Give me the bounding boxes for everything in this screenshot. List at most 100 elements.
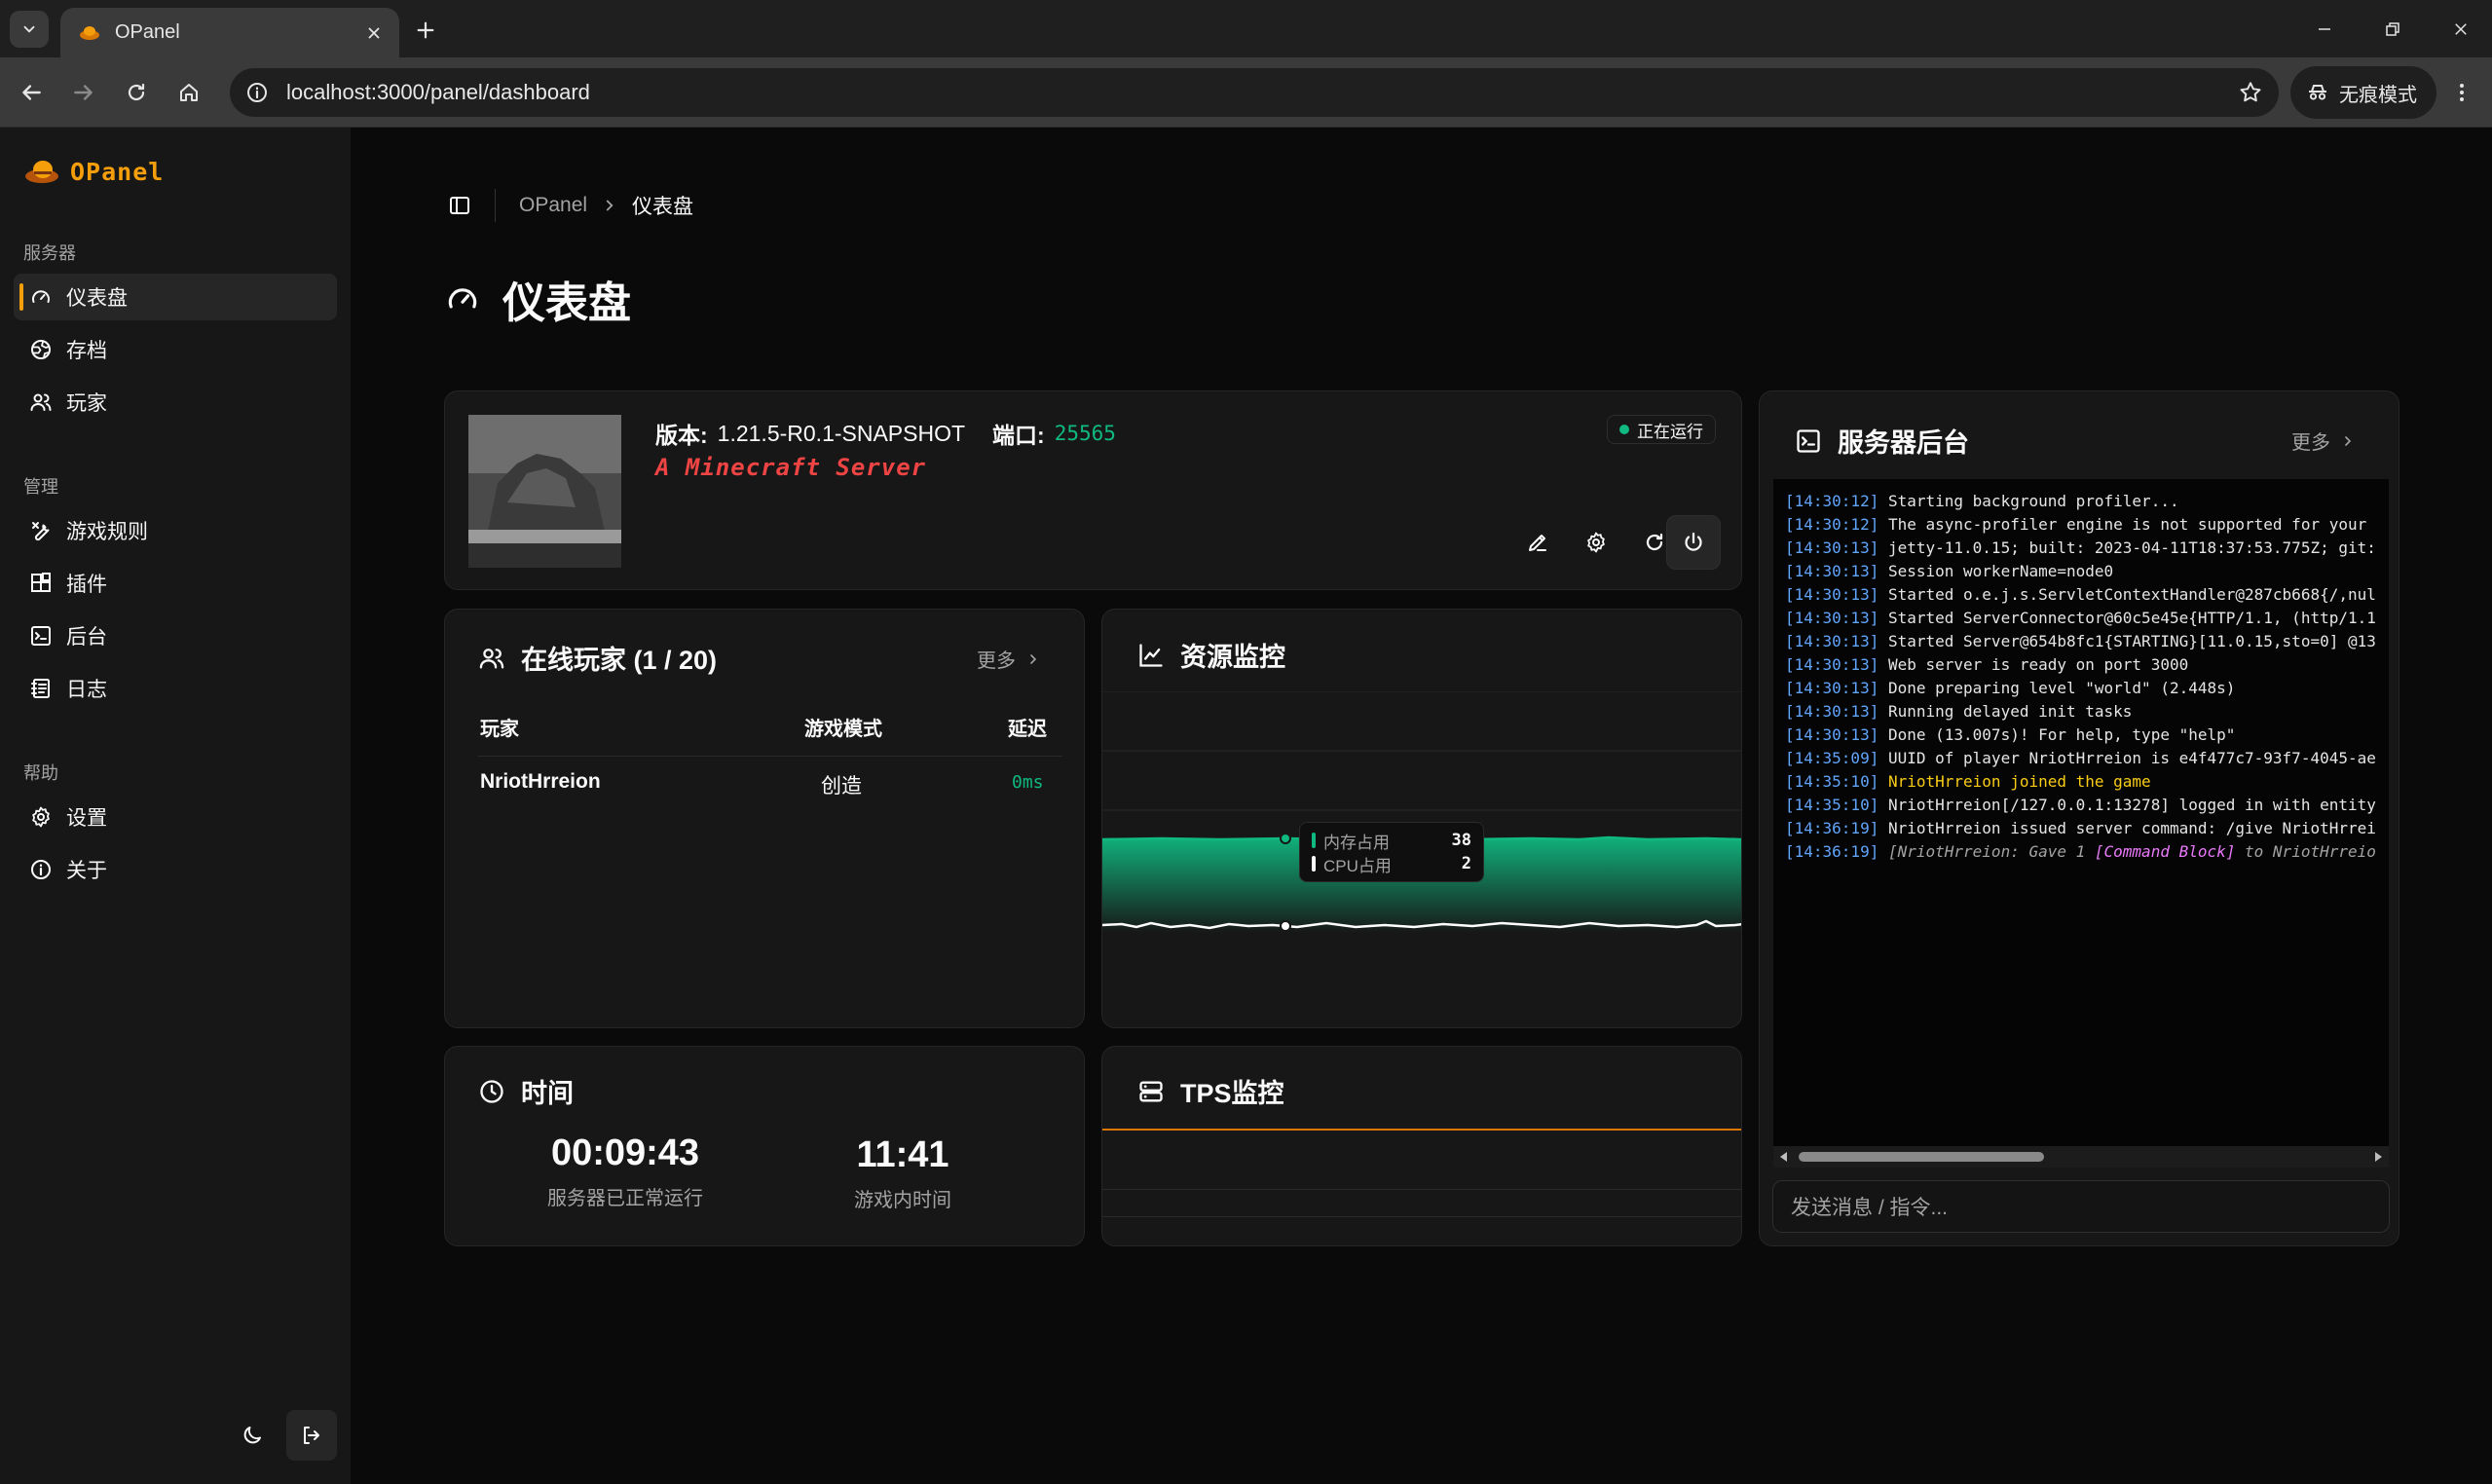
refresh-icon (1646, 533, 1663, 551)
console-message: NriotHrreion issued server command: /giv… (1887, 819, 2376, 837)
console-lines: [14:30:12] Starting background profiler.… (1785, 490, 2376, 864)
home-button[interactable] (167, 71, 210, 114)
console-message: jetty-11.0.15; built: 2023-04-11T18:37:5… (1887, 538, 2376, 557)
console-output[interactable]: [14:30:12] Starting background profiler.… (1773, 479, 2389, 1146)
users-icon (30, 393, 52, 411)
browser-tab[interactable]: OPanel (60, 8, 399, 57)
tooltip-label: CPU占用 (1323, 856, 1392, 875)
server-motd: A Minecraft Server (655, 454, 927, 481)
sidebar-item-plugins[interactable]: 插件 (14, 560, 337, 607)
info-icon (31, 860, 51, 879)
browser-menu-button[interactable] (2442, 71, 2481, 114)
sidebar-item-about[interactable]: 关于 (14, 846, 337, 893)
back-button[interactable] (10, 71, 53, 114)
page-title: 仪表盘 (444, 268, 631, 330)
players-more-link[interactable]: 更多 (977, 645, 1041, 673)
brand[interactable]: OPanel (23, 157, 164, 186)
sidebar-item-saves[interactable]: 存档 (14, 326, 337, 373)
console-message: Done preparing level "world" (2.448s) (1887, 679, 2236, 697)
sidebar-toggle-icon[interactable] (448, 194, 471, 217)
sidebar-item-console[interactable]: 后台 (14, 612, 337, 659)
console-line: [14:30:13] Done preparing level "world" … (1785, 677, 2376, 700)
console-line: [14:30:13] Running delayed init tasks (1785, 700, 2376, 723)
group-label-help: 帮助 (23, 763, 58, 783)
console-title: 服务器后台 (1838, 428, 1969, 458)
globe-icon (31, 340, 51, 359)
forward-button[interactable] (62, 71, 105, 114)
sidebar-item-settings[interactable]: 设置 (14, 794, 337, 840)
new-tab-button[interactable] (409, 14, 442, 47)
group-label-manage: 管理 (23, 477, 58, 497)
logout-icon (304, 1427, 319, 1444)
server-settings-button[interactable] (1571, 517, 1621, 568)
terminal-icon (1797, 428, 1820, 453)
console-line: [14:35:09] UUID of player NriotHrreion i… (1785, 747, 2376, 770)
more-label: 更多 (2291, 432, 2330, 454)
theme-toggle-button[interactable] (227, 1410, 278, 1461)
console-line: [14:30:13] jetty-11.0.15; built: 2023-04… (1785, 537, 2376, 560)
stop-server-button[interactable] (1666, 515, 1721, 570)
server-version-row: 版本: 1.21.5-R0.1-SNAPSHOT 端口: 25565 (655, 417, 1116, 450)
console-horizontal-scrollbar[interactable] (1773, 1146, 2389, 1168)
console-more-link[interactable]: 更多 (2291, 427, 2356, 455)
memory-hover-point (1280, 833, 1291, 844)
server-icon (1139, 1081, 1163, 1101)
sidebar-item-gamerules[interactable]: 游戏规则 (14, 507, 337, 554)
tab-search-button[interactable] (10, 11, 49, 48)
console-timestamp: [14:30:13] (1785, 632, 1879, 650)
sidebar-item-players[interactable]: 玩家 (14, 379, 337, 426)
online-players-title: 在线玩家 (1 / 20) (521, 646, 718, 675)
sidebar-item-label: 插件 (66, 574, 107, 596)
group-label-server: 服务器 (23, 243, 76, 263)
console-message: Web server is ready on port 3000 (1887, 655, 2189, 674)
chevron-right-icon (1030, 653, 1037, 664)
bookmark-star-icon[interactable] (2238, 80, 2263, 105)
log-icon (31, 679, 50, 698)
address-bar[interactable]: localhost:3000/panel/dashboard (230, 68, 2279, 117)
breadcrumb-root[interactable]: OPanel (519, 194, 587, 217)
restore-window-button[interactable] (2359, 0, 2427, 57)
console-line: [14:30:13] Session workerName=node0 (1785, 560, 2376, 583)
logout-button[interactable] (286, 1410, 337, 1461)
incognito-icon (2309, 85, 2326, 100)
server-info-card: 版本: 1.21.5-R0.1-SNAPSHOT 端口: 25565 A Min… (444, 390, 1742, 590)
more-vertical-icon (2460, 84, 2464, 101)
reload-button[interactable] (115, 71, 158, 114)
console-line: [14:30:12] Starting background profiler.… (1785, 490, 2376, 513)
server-icon-image[interactable] (468, 415, 621, 568)
scrollbar-thumb[interactable] (1799, 1152, 2044, 1162)
site-info-icon[interactable] (245, 81, 269, 104)
sidebar-item-logs[interactable]: 日志 (14, 665, 337, 712)
home-icon (180, 84, 198, 101)
opanel-logo-icon (25, 161, 58, 183)
scroll-left-icon[interactable] (1777, 1150, 1791, 1164)
console-line: [14:35:10] NriotHrreion[/127.0.0.1:13278… (1785, 794, 2376, 817)
status-dot (1619, 425, 1629, 434)
close-tab-icon[interactable] (362, 21, 386, 45)
console-message: Started ServerConnector@60c5e45e{HTTP/1.… (1887, 609, 2376, 627)
edit-server-button[interactable] (1512, 517, 1563, 568)
scroll-right-icon[interactable] (2371, 1150, 2385, 1164)
minimize-window-button[interactable] (2290, 0, 2359, 57)
console-timestamp: [14:30:12] (1785, 492, 1879, 510)
player-name[interactable]: NriotHrreion (480, 770, 601, 794)
close-window-button[interactable] (2427, 0, 2492, 57)
sidebar-item-label: 玩家 (66, 392, 107, 415)
restore-icon (2386, 21, 2399, 36)
col-ping: 延迟 (1008, 719, 1047, 740)
console-header: 服务器后台 (1795, 422, 1969, 460)
incognito-indicator[interactable]: 无痕模式 (2290, 66, 2436, 119)
console-line: [14:36:19] NriotHrreion issued server co… (1785, 817, 2376, 840)
cpu-hover-point (1280, 920, 1291, 932)
sidebar-item-label: 后台 (66, 626, 107, 649)
command-input-placeholder: 发送消息 / 指令... (1791, 1197, 1949, 1219)
chevron-down-icon (23, 25, 35, 33)
clock-icon (480, 1079, 503, 1103)
col-player: 玩家 (480, 719, 519, 740)
command-input[interactable]: 发送消息 / 指令... (1772, 1180, 2390, 1233)
tps-monitor-card: TPS监控 (1101, 1046, 1742, 1246)
console-line: [14:30:13] Started Server@654b8fc1{START… (1785, 630, 2376, 653)
sidebar-item-dashboard[interactable]: 仪表盘 (14, 274, 337, 320)
console-timestamp: [14:30:13] (1785, 725, 1879, 744)
url-text[interactable]: localhost:3000/panel/dashboard (286, 80, 2238, 105)
